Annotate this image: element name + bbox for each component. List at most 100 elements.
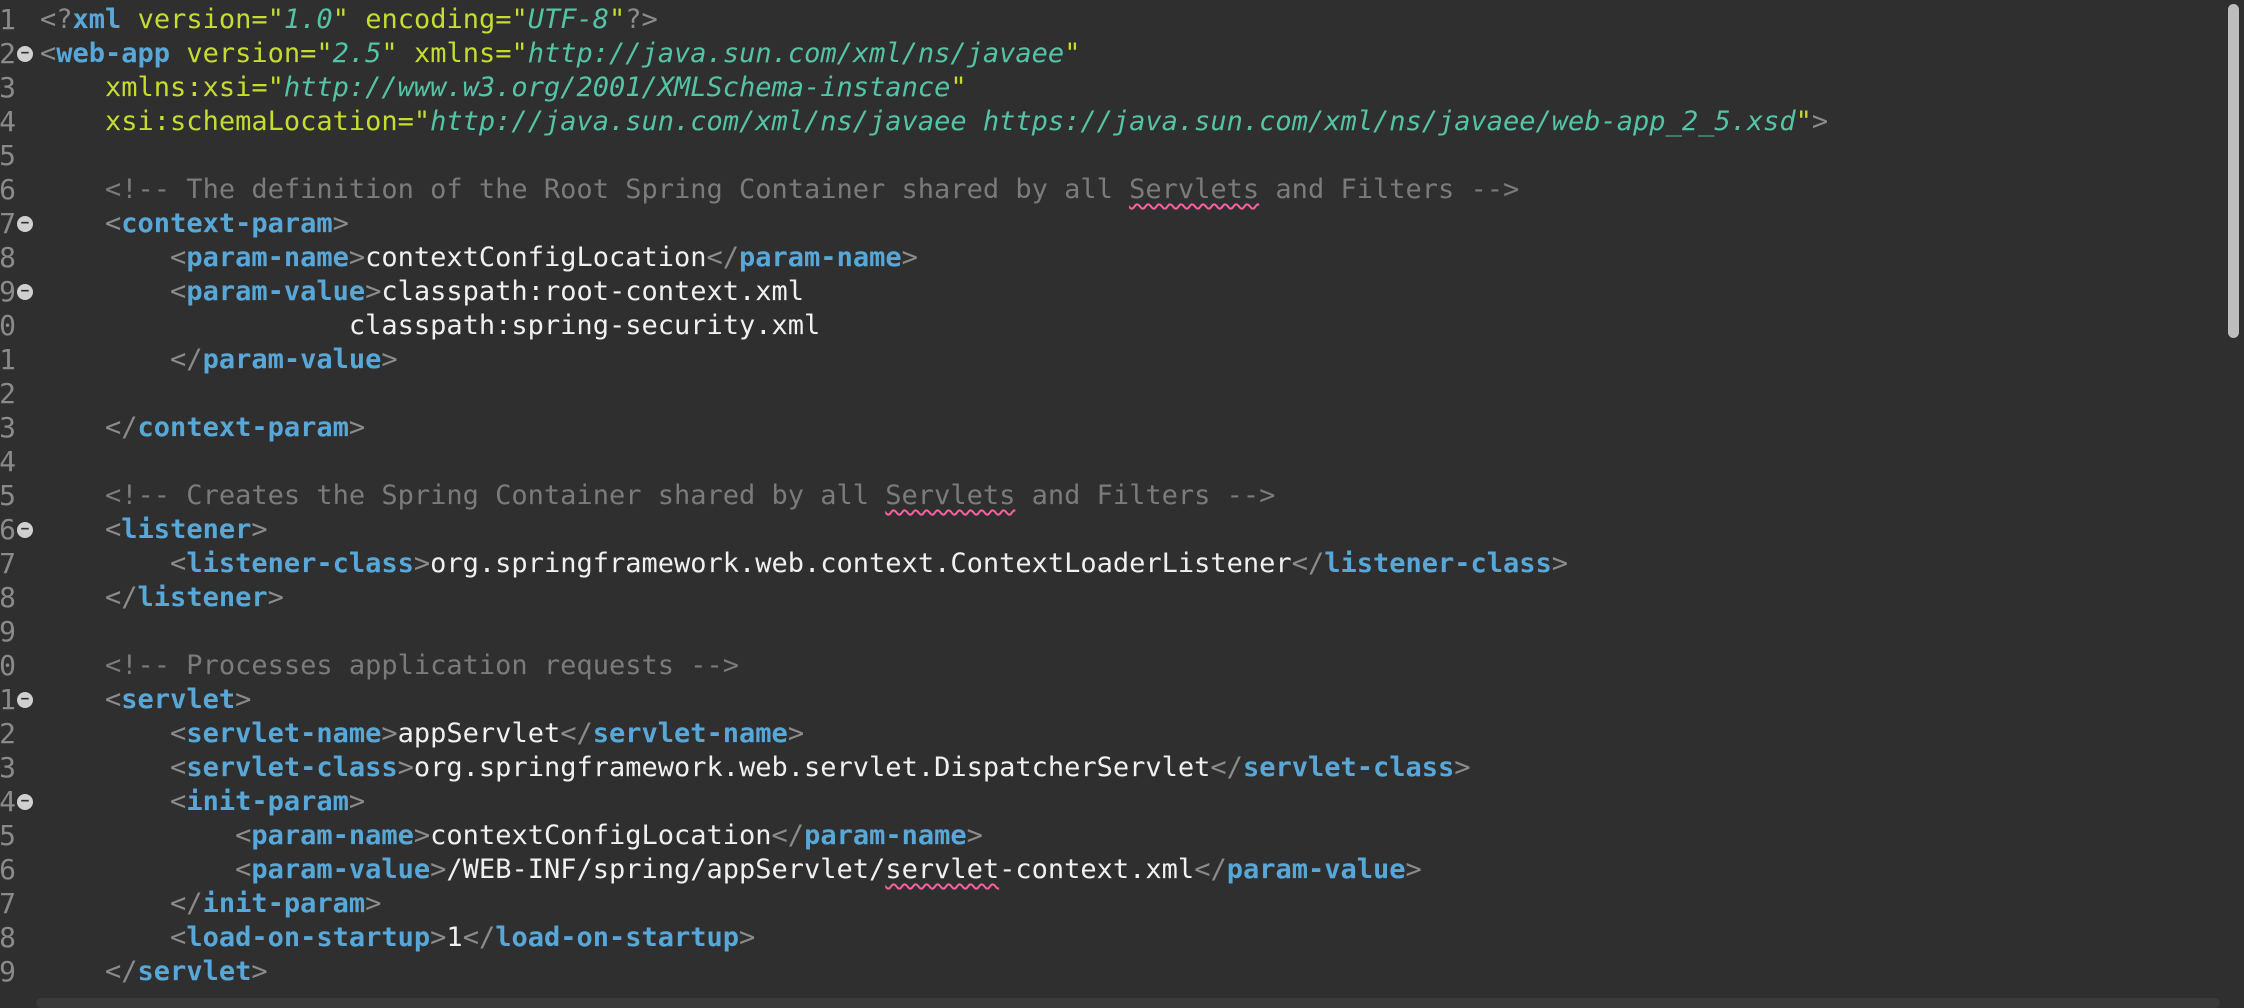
punctuation: =" — [300, 38, 333, 69]
tag-name: context-param — [121, 208, 333, 239]
tag-name: init-param — [202, 888, 366, 919]
code-line-3: xmlns:xsi="http://www.w3.org/2001/XMLSch… — [40, 71, 2214, 105]
punctuation: > — [413, 820, 431, 851]
comment: <!-- Creates the Spring Container shared… — [105, 480, 886, 511]
code-line-18: </listener> — [40, 581, 2214, 615]
fold-collapse-icon[interactable]: − — [17, 46, 33, 62]
line-number: 8 — [0, 921, 16, 954]
attribute-value: http://java.sun.com/xml/ns/javaee — [527, 38, 1065, 69]
attribute-value: UTF-8 — [527, 4, 610, 35]
punctuation: =" — [495, 38, 528, 69]
spellcheck-word: Servlets — [1129, 174, 1260, 205]
code-line-11: </param-value> — [40, 343, 2214, 377]
element-text: org.springframework.web.context.ContextL… — [430, 548, 1292, 579]
line-number: 6 — [0, 513, 16, 546]
attribute-value: http://java.sun.com/xml/ns/javaee https:… — [430, 106, 1796, 137]
punctuation: < — [105, 684, 122, 715]
code-line-27: </init-param> — [40, 887, 2214, 921]
line-number: 8 — [0, 581, 16, 614]
element-text: contextConfigLocation — [430, 820, 772, 851]
punctuation: < — [170, 922, 187, 953]
line-number: 5 — [0, 819, 16, 852]
tag-name: param-value — [251, 854, 431, 885]
punctuation: > — [787, 718, 805, 749]
element-text: org.springframework.web.servlet.Dispatch… — [413, 752, 1211, 783]
tag-name: listener — [137, 582, 268, 613]
element-text: classpath:spring-security.xml — [348, 310, 821, 341]
punctuation: < — [40, 38, 57, 69]
punctuation: > — [332, 208, 349, 239]
punctuation: < — [235, 820, 252, 851]
punctuation: < — [235, 854, 252, 885]
punctuation: > — [251, 514, 268, 545]
fold-collapse-icon[interactable]: − — [17, 284, 33, 300]
punctuation: </ — [170, 888, 203, 919]
code-line-6: <!-- The definition of the Root Spring C… — [40, 173, 2214, 207]
punctuation: > — [348, 786, 366, 817]
code-line-25: <param-name>contextConfigLocation</param… — [40, 819, 2214, 853]
code-line-24: <init-param> — [40, 785, 2214, 819]
punctuation: > — [365, 888, 382, 919]
line-number: 3 — [0, 751, 16, 784]
punctuation: =" — [495, 4, 528, 35]
code-line-26: <param-value>/WEB-INF/spring/appServlet/… — [40, 853, 2214, 887]
punctuation: > — [1551, 548, 1569, 579]
line-number: 8 — [0, 241, 16, 274]
tag-name: param-value — [186, 276, 366, 307]
comment: and Filters --> — [1015, 480, 1276, 511]
punctuation: > — [251, 956, 268, 987]
line-number: 3 — [0, 71, 16, 104]
horizontal-scrollbar[interactable] — [36, 998, 2220, 1008]
attribute-value: http://www.w3.org/2001/XMLSchema-instanc… — [283, 72, 951, 103]
punctuation: " — [1795, 106, 1812, 137]
attribute-value: 2.5 — [332, 38, 382, 69]
punctuation: > — [901, 242, 918, 273]
punctuation: > — [413, 548, 431, 579]
punctuation: < — [170, 276, 187, 307]
line-number: 9 — [0, 275, 16, 308]
tag-name: param-value — [1226, 854, 1406, 885]
vertical-scrollbar-thumb[interactable] — [2228, 4, 2239, 338]
punctuation: < — [105, 514, 122, 545]
attribute-name: version — [137, 4, 252, 35]
punctuation: > — [739, 922, 756, 953]
attribute-name: xmlns — [413, 38, 496, 69]
tag-name: param-name — [804, 820, 967, 851]
punctuation: </ — [560, 718, 593, 749]
punctuation: </ — [706, 242, 740, 273]
tag-name: param-value — [202, 344, 382, 375]
punctuation: =" — [251, 72, 284, 103]
tag-name: listener-class — [186, 548, 414, 579]
punctuation: =" — [397, 106, 431, 137]
spellcheck-word: Servlets — [885, 480, 1016, 511]
fold-collapse-icon[interactable]: − — [17, 794, 33, 810]
fold-collapse-icon[interactable]: − — [17, 522, 33, 538]
fold-collapse-icon[interactable]: − — [17, 692, 33, 708]
punctuation: </ — [1210, 752, 1243, 783]
vertical-scrollbar[interactable] — [2222, 0, 2244, 1008]
code-line-17: <listener-class>org.springframework.web.… — [40, 547, 2214, 581]
line-number: 7 — [0, 207, 16, 240]
punctuation: < — [170, 548, 187, 579]
tag-name: param-name — [739, 242, 902, 273]
code-line-8: <param-name>contextConfigLocation</param… — [40, 241, 2214, 275]
tag-name: servlet-class — [1242, 752, 1455, 783]
xml-code-editor[interactable]: 1 2 − 3 4 5 6 7 − 8 9 − 0 1 2 3 4 5 6 − … — [0, 0, 2244, 1008]
code-line-2: <web-app version="2.5" xmlns="http://jav… — [40, 37, 2214, 71]
tag-name: servlet — [137, 956, 252, 987]
line-number-gutter: 1 2 − 3 4 5 6 7 − 8 9 − 0 1 2 3 4 5 6 − … — [0, 0, 40, 1008]
fold-collapse-icon[interactable]: − — [17, 216, 33, 232]
line-number: 0 — [0, 309, 16, 342]
line-number: 5 — [0, 479, 16, 512]
line-number: 4 — [0, 785, 16, 818]
comment: and Filters --> — [1259, 174, 1520, 205]
punctuation: > — [430, 854, 447, 885]
punctuation: </ — [170, 344, 203, 375]
punctuation: </ — [462, 922, 496, 953]
attribute-name: encoding — [365, 4, 496, 35]
attribute-name: xmlns:xsi — [105, 72, 252, 103]
comment: <!-- Processes application requests --> — [105, 650, 739, 681]
code-text-area[interactable]: <?xml version="1.0" encoding="UTF-8"?> <… — [40, 3, 2214, 989]
punctuation: " — [381, 38, 398, 69]
